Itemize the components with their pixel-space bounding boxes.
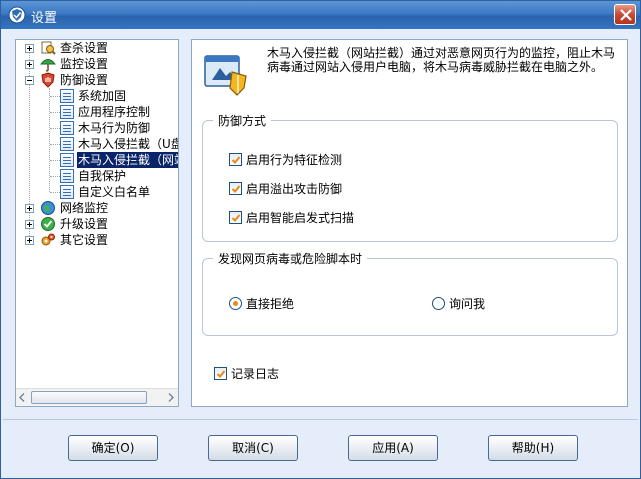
behavior-detection-checkbox[interactable]: 启用行为特征检测 [229,151,342,168]
ask-me-radio[interactable]: 询问我 [432,295,485,312]
defense-mode-title: 防御方式 [213,113,272,129]
help-button[interactable]: 帮助(H) [488,435,578,461]
checkbox-box[interactable] [229,211,242,224]
page-icon [60,89,74,103]
expand-toggle-scan[interactable] [25,44,34,53]
record-log-checkbox[interactable]: 记录日志 [214,365,279,382]
page-icon [60,137,74,151]
page-icon [60,121,74,135]
web-intercept-shield-icon [204,55,247,96]
check-mark-icon [216,370,226,378]
heuristic-scan-checkbox[interactable]: 启用智能启发式扫描 [229,209,354,226]
scrollbar-thumb[interactable] [31,391,147,404]
reject-directly-radio[interactable]: 直接拒绝 [229,295,294,312]
close-icon [620,9,632,21]
tree-item-upgrade-settings[interactable]: 升级设置 [40,216,109,232]
settings-tree[interactable]: 查杀设置 监控设置 防御设置 系统加固 应用程序控制 木马行为防御 木马入侵拦截… [16,40,178,388]
virus-found-action-group: 发现网页病毒或危险脚本时 直接拒绝 询问我 [202,251,618,336]
scan-search-icon [41,41,56,55]
feature-description: 木马入侵拦截（网站拦截）通过对恶意网页行为的监控，阻止木马病毒通过网站入侵用户电… [267,46,616,74]
ok-button[interactable]: 确定(O) [68,435,158,461]
upgrade-check-icon [41,217,55,231]
bottom-separator [3,419,638,420]
close-button[interactable] [614,4,636,25]
radio-button[interactable] [432,297,445,310]
umbrella-icon [40,59,56,72]
check-mark-icon [231,156,241,164]
tree-item-self-protection[interactable]: 自我保护 [60,168,127,184]
tree-item-network-monitor[interactable]: 网络监控 [40,200,109,216]
expand-toggle-monitor[interactable] [25,60,34,69]
cancel-button[interactable]: 取消(C) [208,435,298,461]
tree-item-monitor-settings[interactable]: 监控设置 [40,56,109,72]
page-icon [60,169,74,183]
checkbox-box[interactable] [229,182,242,195]
window-title: 设置 [31,11,58,26]
apply-button[interactable]: 应用(A) [348,435,438,461]
tree-item-system-hardening[interactable]: 系统加固 [60,88,127,104]
title-bar[interactable]: 设置 [1,1,640,29]
check-mark-icon [231,185,241,193]
settings-content-panel: 木马入侵拦截（网站拦截）通过对恶意网页行为的监控，阻止木马病毒通过网站入侵用户电… [191,39,628,407]
tree-item-defense-settings[interactable]: 防御设置 [40,72,109,88]
tree-item-app-control[interactable]: 应用程序控制 [60,104,151,120]
scroll-left-icon[interactable] [19,393,25,402]
collapse-toggle-defense[interactable] [25,76,34,85]
checkbox-box[interactable] [229,153,242,166]
radio-button[interactable] [229,297,242,310]
tree-item-other-settings[interactable]: 其它设置 [40,232,109,248]
tree-horizontal-scrollbar[interactable] [16,388,178,406]
settings-tree-panel: 查杀设置 监控设置 防御设置 系统加固 应用程序控制 木马行为防御 木马入侵拦截… [15,39,179,407]
check-mark-icon [231,214,241,222]
page-icon [60,185,74,199]
page-icon [60,105,74,119]
expand-toggle-network[interactable] [25,204,34,213]
tree-item-trojan-behavior-defense[interactable]: 木马行为防御 [60,120,151,136]
shield-hand-icon [41,72,55,88]
scroll-right-icon[interactable] [168,393,174,402]
app-shield-icon [8,6,26,24]
expand-toggle-upgrade[interactable] [25,220,34,229]
overflow-attack-checkbox[interactable]: 启用溢出攻击防御 [229,180,342,197]
gears-icon [41,233,55,246]
tree-item-scan-settings[interactable]: 查杀设置 [40,40,109,56]
virus-found-title: 发现网页病毒或危险脚本时 [213,251,368,267]
checkbox-box[interactable] [214,367,227,380]
globe-icon [41,201,55,215]
tree-item-trojan-intercept-usb[interactable]: 木马入侵拦截（U盘 [60,136,178,152]
page-icon [60,153,74,167]
defense-mode-group: 防御方式 启用行为特征检测 启用溢出攻击防御 启用智能启发式扫描 [202,113,618,242]
expand-toggle-other[interactable] [25,236,34,245]
settings-window: 设置 查杀设置 监控设置 防御设置 系统加固 应用程序控制 木马行为防御 木马入… [0,0,641,479]
tree-item-trojan-intercept-web[interactable]: 木马入侵拦截（网站 [60,152,178,168]
tree-item-custom-whitelist[interactable]: 自定义白名单 [60,184,151,200]
